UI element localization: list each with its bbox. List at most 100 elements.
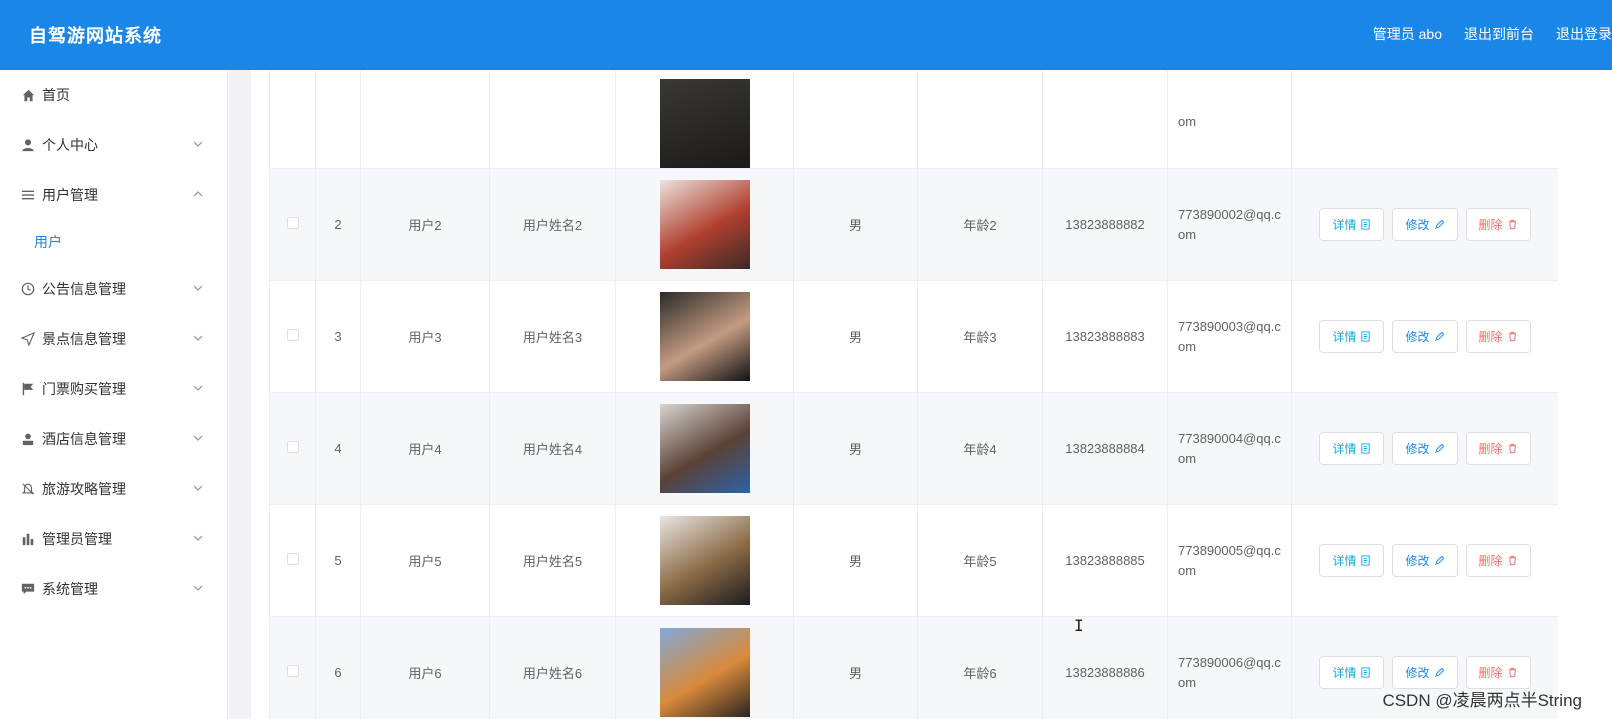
row-checkbox[interactable] [286, 217, 299, 229]
edit-button[interactable]: 修改 [1392, 208, 1458, 241]
sidebar-item-personal-center[interactable]: 个人中心 [0, 120, 227, 170]
detail-button[interactable]: 详情 [1319, 320, 1385, 353]
sidebar-item-travel-guides[interactable]: 旅游攻略管理 [0, 464, 227, 514]
phone-cell: 13823888883 [1065, 329, 1145, 344]
list-icon [20, 187, 36, 203]
age-cell: 年龄2 [963, 218, 997, 233]
phone-cell: 13823888885 [1065, 553, 1145, 568]
email-cell: om [1178, 114, 1197, 129]
text-cursor-icon: I [1074, 616, 1084, 635]
exit-to-front-link[interactable]: 退出到前台 [1464, 24, 1534, 44]
table-row: 2 用户2 用户姓名2 男 年龄2 13823888882 773890002@qq.com… [269, 168, 1558, 281]
chevron-down-icon [193, 535, 203, 541]
sidebar-item-label: 系统管理 [42, 581, 98, 597]
edit-button[interactable]: 修改 [1392, 432, 1458, 465]
top-header: 自驾游网站系统 管理员 abo 退出到前台 退出登录 [0, 0, 1612, 70]
age-cell: 年龄4 [963, 442, 997, 457]
row-checkbox[interactable] [286, 553, 299, 565]
trash-icon [1507, 555, 1518, 566]
account-cell: 用户2 [408, 218, 442, 233]
detail-button[interactable]: 详情 [1319, 544, 1385, 577]
chevron-down-icon [193, 335, 203, 341]
delete-button[interactable]: 删除 [1465, 544, 1531, 577]
phone-cell: 13823888884 [1065, 441, 1145, 456]
edit-button[interactable]: 修改 [1392, 656, 1458, 689]
sidebar-item-tickets[interactable]: 门票购买管理 [0, 364, 227, 414]
chat-icon [20, 581, 36, 597]
email-cell: 773890006@qq.com [1178, 654, 1281, 690]
chevron-up-icon [193, 191, 203, 197]
trash-icon [1507, 331, 1518, 342]
row-checkbox[interactable] [286, 329, 299, 341]
sidebar-item-user-management[interactable]: 用户管理 [0, 170, 227, 220]
user-solid-icon [20, 431, 36, 447]
trash-icon [1507, 443, 1518, 454]
detail-button[interactable]: 详情 [1319, 432, 1385, 465]
sidebar-item-home[interactable]: 首页 [0, 70, 227, 120]
user-photo [659, 404, 750, 493]
gender-cell: 男 [848, 330, 862, 345]
name-cell: 用户姓名2 [522, 218, 583, 233]
age-cell: 年龄6 [963, 666, 997, 681]
pencil-icon [1434, 555, 1445, 566]
trash-icon [1507, 219, 1518, 230]
row-actions: 详情 修改 删除 [1298, 320, 1552, 353]
row-actions: 详情 修改 删除 [1298, 656, 1552, 689]
admin-username[interactable]: 管理员 abo [1373, 24, 1442, 44]
sidebar-item-label: 用户管理 [42, 187, 98, 203]
email-cell: 773890005@qq.com [1178, 542, 1281, 578]
name-cell: 用户姓名6 [522, 666, 583, 681]
site-title: 自驾游网站系统 [29, 26, 162, 46]
sidebar-item-label: 酒店信息管理 [42, 431, 126, 447]
trash-icon [1507, 667, 1518, 678]
detail-button[interactable]: 详情 [1319, 208, 1385, 241]
row-index: 6 [334, 665, 342, 680]
watermark: CSDN @凌晨两点半String [1382, 691, 1582, 710]
user-table: om 2 用户2 用户姓名2 男 年龄2 13823888882 773890002@qq.… [269, 70, 1558, 719]
chevron-down-icon [193, 141, 203, 147]
pencil-icon [1434, 667, 1445, 678]
detail-button[interactable]: 详情 [1319, 656, 1385, 689]
user-icon [20, 137, 36, 153]
user-photo [659, 516, 750, 605]
row-index: 5 [334, 553, 342, 568]
document-icon [1360, 219, 1371, 230]
delete-button[interactable]: 删除 [1465, 208, 1531, 241]
delete-button[interactable]: 删除 [1465, 432, 1531, 465]
phone-cell: 13823888886 [1065, 665, 1145, 680]
sidebar-gutter [229, 70, 251, 719]
user-photo [659, 79, 750, 168]
name-cell: 用户姓名5 [522, 554, 583, 569]
document-icon [1360, 667, 1371, 678]
sidebar-item-system[interactable]: 系统管理 [0, 564, 227, 614]
document-icon [1360, 443, 1371, 454]
row-index: 3 [334, 329, 342, 344]
logout-link[interactable]: 退出登录 [1556, 24, 1612, 44]
row-actions: 详情 修改 删除 [1298, 208, 1552, 241]
sidebar-item-label: 旅游攻略管理 [42, 481, 126, 497]
sidebar-item-admins[interactable]: 管理员管理 [0, 514, 227, 564]
row-checkbox[interactable] [286, 441, 299, 453]
sidebar-item-hotels[interactable]: 酒店信息管理 [0, 414, 227, 464]
delete-button[interactable]: 删除 [1465, 320, 1531, 353]
delete-button[interactable]: 删除 [1465, 656, 1531, 689]
edit-button[interactable]: 修改 [1392, 544, 1458, 577]
header-actions: 管理员 abo 退出到前台 退出登录 [1373, 24, 1612, 44]
account-cell: 用户4 [408, 442, 442, 457]
row-checkbox[interactable] [286, 665, 299, 677]
sidebar-subitem-users[interactable]: 用户 [0, 220, 227, 264]
sidebar-menu: 首页 个人中心 用户管理 用户 公告信息管理 景点信息管理 门票购买管理 酒店信… [0, 70, 228, 719]
gender-cell: 男 [848, 554, 862, 569]
table-row: 3 用户3 用户姓名3 男 年龄3 13823888883 773890003@qq.com… [269, 280, 1558, 393]
edit-button[interactable]: 修改 [1392, 320, 1458, 353]
user-photo [659, 292, 750, 381]
bar-chart-icon [20, 531, 36, 547]
user-photo [659, 628, 750, 717]
flag-icon [20, 381, 36, 397]
sidebar-item-announcements[interactable]: 公告信息管理 [0, 264, 227, 314]
sidebar-item-label: 门票购买管理 [42, 381, 126, 397]
sidebar-item-attractions[interactable]: 景点信息管理 [0, 314, 227, 364]
phone-cell: 13823888882 [1065, 217, 1145, 232]
chevron-down-icon [193, 285, 203, 291]
email-cell: 773890003@qq.com [1178, 318, 1281, 354]
